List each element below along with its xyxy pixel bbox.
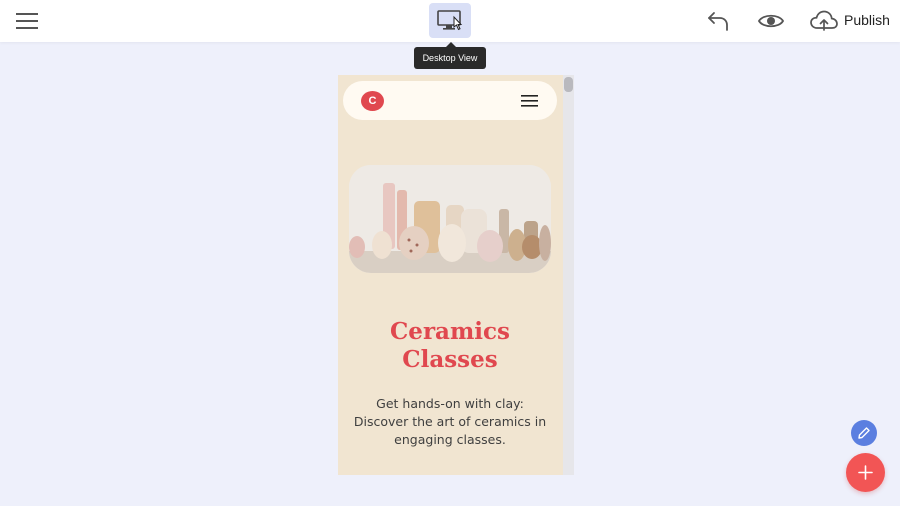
main-menu-button[interactable] — [14, 11, 40, 31]
editor-toolbar: Publish — [0, 0, 900, 42]
desktop-view-button[interactable] — [429, 3, 471, 38]
site-description: Get hands-on with clay: Discover the art… — [353, 396, 547, 447]
pencil-icon — [858, 427, 870, 439]
plus-icon — [858, 465, 873, 480]
hero-image[interactable] — [349, 165, 551, 273]
site-menu-button[interactable] — [520, 94, 540, 108]
desktop-view-tooltip: Desktop View — [414, 42, 486, 69]
cloud-upload-icon — [810, 10, 838, 31]
edit-button[interactable] — [851, 420, 877, 446]
preview-scrollbar-thumb[interactable] — [564, 77, 573, 92]
site-title-line-1: Ceramics — [390, 318, 510, 345]
publish-label: Publish — [844, 12, 890, 28]
eye-icon — [757, 14, 785, 28]
undo-arrow-icon — [708, 12, 728, 31]
site-title: Ceramics Classes — [338, 318, 562, 374]
site-logo[interactable]: C — [361, 91, 384, 111]
preview-scrollbar[interactable] — [563, 75, 574, 475]
add-element-button[interactable] — [846, 453, 885, 492]
publish-button[interactable]: Publish — [810, 8, 892, 34]
mobile-preview-frame[interactable]: C Ceramics Classes Get hands-on with cla… — [338, 75, 574, 475]
site-navbar: C — [343, 81, 557, 120]
preview-button[interactable] — [757, 10, 785, 32]
hamburger-icon — [16, 13, 38, 29]
undo-button[interactable] — [706, 9, 730, 33]
hamburger-icon — [521, 95, 538, 107]
site-title-line-2: Classes — [402, 346, 498, 373]
ceramic-vases-photo — [349, 165, 551, 273]
desktop-monitor-icon — [437, 10, 463, 31]
